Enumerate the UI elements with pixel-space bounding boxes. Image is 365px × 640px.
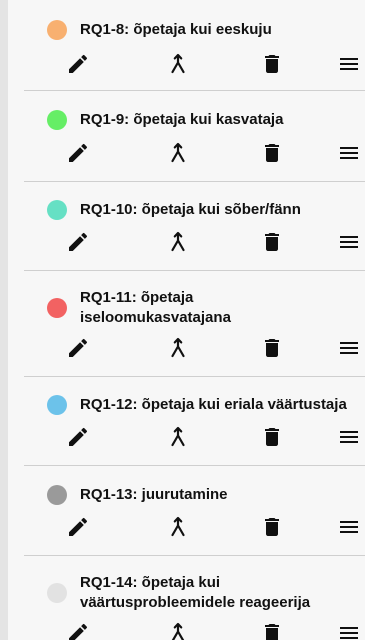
color-dot[interactable] xyxy=(47,395,67,415)
code-label: RQ1-9: õpetaja kui kasvataja xyxy=(80,111,284,128)
color-dot[interactable] xyxy=(47,298,67,318)
pencil-icon[interactable] xyxy=(66,141,90,165)
trash-icon[interactable] xyxy=(260,141,284,165)
color-dot[interactable] xyxy=(47,200,67,220)
left-rail xyxy=(0,0,8,640)
merge-icon[interactable] xyxy=(166,425,190,449)
drag-handle-icon[interactable] xyxy=(337,515,361,539)
merge-icon[interactable] xyxy=(166,230,190,254)
code-list-panel: RQ1-8: õpetaja kui eeskuju RQ1-9: õpetaj… xyxy=(0,0,365,640)
drag-handle-icon[interactable] xyxy=(337,230,361,254)
pencil-icon[interactable] xyxy=(66,621,90,640)
pencil-icon[interactable] xyxy=(66,230,90,254)
code-label: RQ1-13: juurutamine xyxy=(80,486,228,503)
merge-icon[interactable] xyxy=(166,515,190,539)
trash-icon[interactable] xyxy=(260,336,284,360)
code-label: RQ1-11: õpetaja iseloomukasvatajana xyxy=(80,289,231,326)
color-dot[interactable] xyxy=(47,583,67,603)
pencil-icon[interactable] xyxy=(66,52,90,76)
drag-handle-icon[interactable] xyxy=(337,52,361,76)
list-item: RQ1-9: õpetaja kui kasvataja xyxy=(24,91,365,182)
trash-icon[interactable] xyxy=(260,621,284,640)
list-item: RQ1-12: õpetaja kui eriala väärtustaja xyxy=(24,377,365,466)
list-item: RQ1-14: õpetaja kui väärtusprobleemidele… xyxy=(24,556,365,640)
code-label: RQ1-10: õpetaja kui sõber/fänn xyxy=(80,201,301,218)
trash-icon[interactable] xyxy=(260,230,284,254)
drag-handle-icon[interactable] xyxy=(337,336,361,360)
trash-icon[interactable] xyxy=(260,515,284,539)
drag-handle-icon[interactable] xyxy=(337,141,361,165)
merge-icon[interactable] xyxy=(166,141,190,165)
code-label: RQ1-14: õpetaja kui väärtusprobleemidele… xyxy=(80,574,311,611)
code-label: RQ1-8: õpetaja kui eeskuju xyxy=(80,21,272,38)
merge-icon[interactable] xyxy=(166,336,190,360)
code-label: RQ1-12: õpetaja kui eriala väärtustaja xyxy=(80,396,347,413)
trash-icon[interactable] xyxy=(260,425,284,449)
color-dot[interactable] xyxy=(47,485,67,505)
color-dot[interactable] xyxy=(47,20,67,40)
merge-icon[interactable] xyxy=(166,52,190,76)
pencil-icon[interactable] xyxy=(66,425,90,449)
pencil-icon[interactable] xyxy=(66,336,90,360)
list-item: RQ1-10: õpetaja kui sõber/fänn xyxy=(24,182,365,271)
drag-handle-icon[interactable] xyxy=(337,621,361,640)
trash-icon[interactable] xyxy=(260,52,284,76)
list-item: RQ1-13: juurutamine xyxy=(24,466,365,556)
color-dot[interactable] xyxy=(47,110,67,130)
pencil-icon[interactable] xyxy=(66,515,90,539)
list-item: RQ1-8: õpetaja kui eeskuju xyxy=(24,0,365,91)
code-list: RQ1-8: õpetaja kui eeskuju RQ1-9: õpetaj… xyxy=(8,0,365,640)
drag-handle-icon[interactable] xyxy=(337,425,361,449)
merge-icon[interactable] xyxy=(166,621,190,640)
list-item: RQ1-11: õpetaja iseloomukasvatajana xyxy=(24,271,365,377)
